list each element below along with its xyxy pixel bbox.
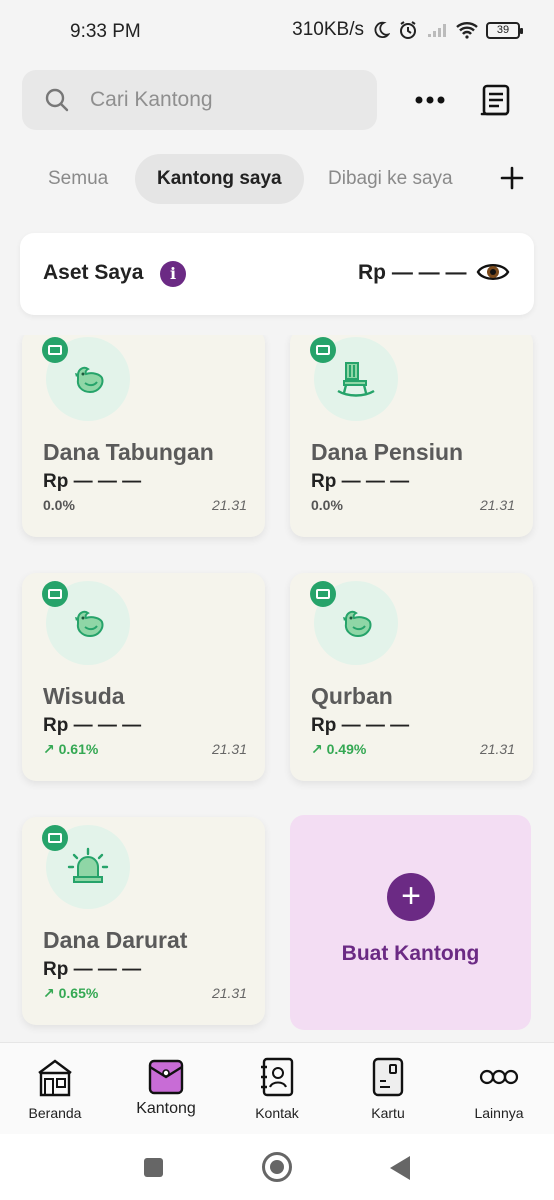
- battery-icon: 39: [486, 21, 523, 39]
- pocket-icon: [148, 1059, 184, 1095]
- nav-label: Kontak: [255, 1105, 299, 1121]
- nav-beranda[interactable]: Beranda: [0, 1043, 110, 1135]
- pocket-time: 21.31: [479, 741, 515, 757]
- pocket-amount: Rp — — —: [311, 715, 410, 736]
- info-icon[interactable]: i: [160, 261, 186, 287]
- nav-label: Kantong: [136, 1100, 196, 1117]
- pocket-percent: ↗ 0.61%: [43, 741, 99, 757]
- cash-badge-icon: [42, 825, 68, 851]
- nav-lainnya[interactable]: Lainnya: [444, 1043, 554, 1135]
- tab-bar: Semua Kantong saya Dibagi ke saya: [0, 154, 554, 204]
- pocket-time: 21.31: [211, 497, 247, 513]
- eye-icon[interactable]: [476, 259, 510, 285]
- cash-badge-icon: [310, 581, 336, 607]
- back-icon[interactable]: [390, 1156, 410, 1180]
- pocket-name: Dana Tabungan: [43, 439, 214, 465]
- nav-kantong[interactable]: Kantong: [111, 1043, 221, 1135]
- cash-badge-icon: [42, 337, 68, 363]
- asset-summary-card: Aset Saya i Rp — — —: [20, 233, 534, 315]
- history-document-icon[interactable]: [478, 82, 516, 120]
- pocket-percent: ↗ 0.49%: [311, 741, 367, 757]
- cash-badge-icon: [310, 337, 336, 363]
- home-icon: [38, 1059, 72, 1097]
- pocket-percent: 0.0%: [43, 497, 75, 513]
- pocket-card-wisuda[interactable]: Wisuda Rp — — — ↗ 0.61% 21.31: [22, 573, 265, 781]
- pocket-name: Dana Pensiun: [311, 439, 464, 465]
- signal-icon: [428, 24, 446, 37]
- alarm-icon: [400, 21, 416, 39]
- cash-badge-icon: [42, 581, 68, 607]
- pocket-name: Dana Darurat: [43, 927, 188, 953]
- network-speed: 310KB/s: [292, 19, 364, 40]
- nav-label: Kartu: [371, 1105, 405, 1121]
- pocket-amount: Rp — — —: [311, 471, 410, 492]
- search-placeholder: Cari Kantong: [90, 88, 213, 111]
- pocket-name: Wisuda: [43, 683, 125, 709]
- pocket-amount: Rp — — —: [43, 715, 142, 736]
- status-icons: 310KB/s 39: [292, 19, 523, 41]
- nav-kartu[interactable]: Kartu: [333, 1043, 443, 1135]
- pocket-amount: Rp — — —: [43, 471, 142, 492]
- plus-icon: +: [387, 873, 435, 921]
- pocket-time: 21.31: [211, 741, 247, 757]
- tab-kantong-saya[interactable]: Kantong saya: [135, 154, 304, 204]
- chicken-icon: [343, 610, 372, 638]
- pocket-card-dana-darurat[interactable]: Dana Darurat Rp — — — ↗ 0.65% 21.31: [22, 817, 265, 1025]
- more-options-button[interactable]: [410, 82, 450, 118]
- status-bar: 9:33 PM 310KB/s 39: [0, 0, 554, 62]
- nav-kontak[interactable]: Kontak: [222, 1043, 332, 1135]
- chicken-icon: [75, 610, 104, 638]
- rocking-chair-icon: [337, 362, 375, 397]
- search-input[interactable]: Cari Kantong: [22, 70, 377, 130]
- wifi-icon: [456, 22, 478, 39]
- pocket-amount: Rp — — —: [43, 959, 142, 980]
- asset-amount: Rp — — —: [358, 261, 467, 284]
- chicken-icon: [75, 366, 104, 394]
- pocket-percent: ↗ 0.65%: [43, 985, 99, 1001]
- tab-dibagi-ke-saya[interactable]: Dibagi ke saya: [306, 154, 475, 204]
- pocket-time: 21.31: [211, 985, 247, 1001]
- pocket-card-dana-pensiun[interactable]: Dana Pensiun Rp — — — 0.0% 21.31: [290, 335, 533, 537]
- siren-icon: [67, 847, 109, 883]
- nav-label: Beranda: [28, 1105, 82, 1121]
- recents-icon[interactable]: [144, 1158, 163, 1177]
- moon-icon: [374, 21, 390, 39]
- tab-semua[interactable]: Semua: [26, 154, 130, 204]
- add-icon[interactable]: [496, 160, 528, 196]
- search-icon: [45, 88, 69, 112]
- pocket-percent: 0.0%: [311, 497, 343, 513]
- bottom-navigation: Beranda Kantong Kontak Kartu Lainnya: [0, 1042, 554, 1134]
- pocket-time: 21.31: [479, 497, 515, 513]
- card-icon: [372, 1057, 404, 1097]
- nav-label: Lainnya: [474, 1105, 524, 1121]
- pocket-name: Qurban: [311, 683, 393, 709]
- more-dots-icon: [415, 96, 445, 104]
- create-pocket-label: Buat Kantong: [341, 942, 480, 965]
- pocket-card-qurban[interactable]: Qurban Rp — — — ↗ 0.49% 21.31: [290, 573, 533, 781]
- more-circles-icon: [479, 1069, 519, 1085]
- contact-book-icon: [261, 1057, 294, 1097]
- asset-title: Aset Saya: [43, 261, 144, 284]
- home-button-icon[interactable]: [262, 1152, 292, 1182]
- pocket-grid: Dana Tabungan Rp — — — 0.0% 21.31 Dana P…: [0, 335, 554, 1045]
- create-pocket-button[interactable]: + Buat Kantong: [290, 815, 531, 1030]
- status-time: 9:33 PM: [70, 21, 141, 42]
- pocket-card-dana-tabungan[interactable]: Dana Tabungan Rp — — — 0.0% 21.31: [22, 335, 265, 537]
- system-navigation-bar: [0, 1134, 554, 1200]
